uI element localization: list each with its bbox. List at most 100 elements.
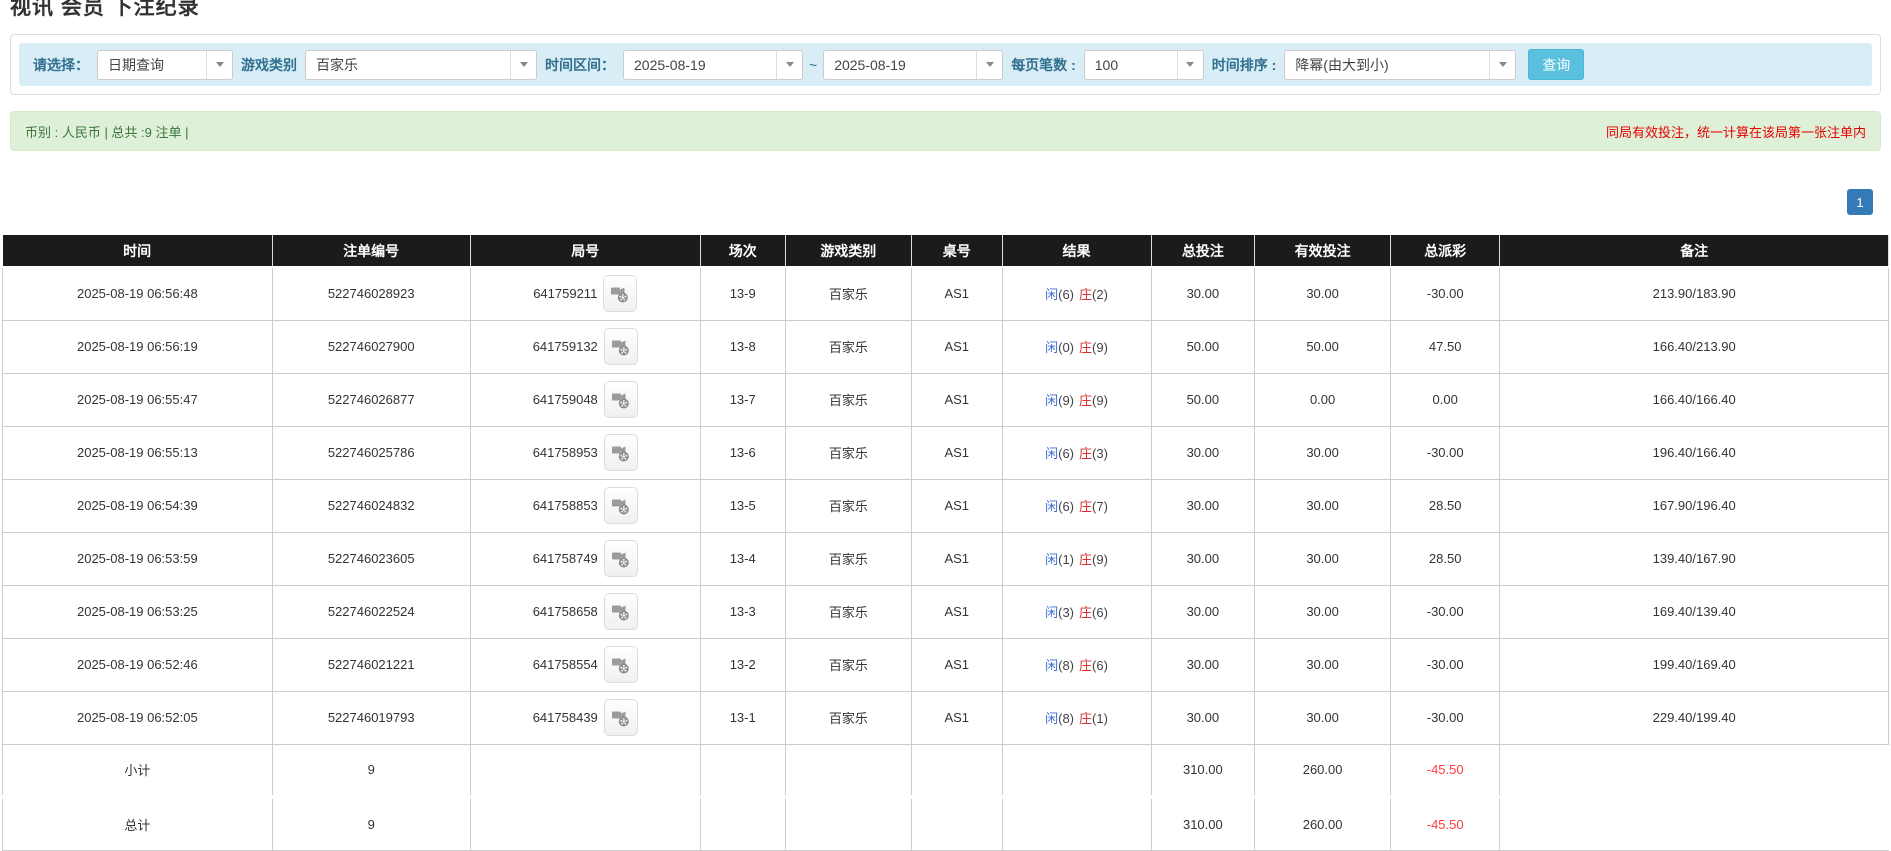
total-bet-cell[interactable]: 30.00 xyxy=(1151,426,1255,479)
result-banker-score: (3) xyxy=(1092,446,1108,461)
time-cell: 2025-08-19 06:55:47 xyxy=(3,373,273,426)
date-to-select[interactable]: 2025-08-19 xyxy=(823,50,1003,80)
total-bet-cell[interactable]: 30.00 xyxy=(1151,267,1255,320)
round-id-value: 641759211 xyxy=(533,286,597,301)
table-row: 2025-08-19 06:56:19522746027900641759132… xyxy=(3,320,1889,373)
bet-id-cell: 522746024832 xyxy=(272,479,470,532)
subtotal-row-label: 小计 xyxy=(3,744,273,797)
video-replay-button[interactable] xyxy=(603,275,637,312)
total-row-empty-4 xyxy=(785,797,911,850)
result-banker-score: (9) xyxy=(1092,552,1108,567)
video-replay-button[interactable] xyxy=(604,487,638,524)
table-number-cell: AS1 xyxy=(912,373,1003,426)
table-row: 2025-08-19 06:52:05522746019793641758439… xyxy=(3,691,1889,744)
table-number-cell: AS1 xyxy=(912,479,1003,532)
total-row-label: 总计 xyxy=(3,797,273,850)
subtotal-row: 小计9310.00260.00-45.50 xyxy=(3,744,1889,797)
remark-cell: 199.40/169.40 xyxy=(1500,638,1889,691)
result-banker: 庄 xyxy=(1079,393,1092,408)
column-header-9: 总派彩 xyxy=(1391,235,1500,267)
time-cell: 2025-08-19 06:55:13 xyxy=(3,426,273,479)
round-id-value: 641758953 xyxy=(533,445,598,460)
date-from-select[interactable]: 2025-08-19 xyxy=(623,50,803,80)
bet-id-cell: 522746025786 xyxy=(272,426,470,479)
summary-bar: 币别 : 人民币 | 总共 :9 注单 | 同局有效投注，统一计算在该局第一张注… xyxy=(10,111,1881,151)
payout-cell: 0.00 xyxy=(1391,373,1500,426)
query-type-select[interactable]: 日期查询 xyxy=(97,50,233,80)
game-type-select[interactable]: 百家乐 xyxy=(305,50,537,80)
filter-bar: 请选择： 日期查询 游戏类别 百家乐 时间区间： 2025-08-19 ~ 20… xyxy=(19,43,1872,86)
total-bet-cell[interactable]: 30.00 xyxy=(1151,638,1255,691)
video-replay-button[interactable] xyxy=(604,646,638,683)
game-type-cell: 百家乐 xyxy=(785,426,911,479)
session-cell: 13-5 xyxy=(700,479,785,532)
per-page-label: 每页笔数 : xyxy=(1011,55,1076,75)
result-banker: 庄 xyxy=(1079,340,1092,355)
remark-cell: 167.90/196.40 xyxy=(1500,479,1889,532)
pagination-page-1[interactable]: 1 xyxy=(1847,189,1873,215)
result-banker: 庄 xyxy=(1079,287,1092,302)
remark-cell: 166.40/213.90 xyxy=(1500,320,1889,373)
video-replay-icon xyxy=(611,601,631,622)
total-bet-cell[interactable]: 30.00 xyxy=(1151,691,1255,744)
session-cell: 13-7 xyxy=(700,373,785,426)
sort-order-label: 时间排序 : xyxy=(1212,55,1277,75)
game-type-cell: 百家乐 xyxy=(785,691,911,744)
result-player: 闲 xyxy=(1045,658,1058,673)
round-id-cell: 641758658 xyxy=(470,585,700,638)
total-row-empty-3 xyxy=(700,797,785,850)
total-bet-cell[interactable]: 30.00 xyxy=(1151,532,1255,585)
column-header-6: 结果 xyxy=(1002,235,1151,267)
total-bet-cell[interactable]: 30.00 xyxy=(1151,479,1255,532)
bet-id-cell: 522746026877 xyxy=(272,373,470,426)
result-player-score: (9) xyxy=(1058,393,1074,408)
total-bet-cell[interactable]: 50.00 xyxy=(1151,320,1255,373)
video-replay-button[interactable] xyxy=(604,328,638,365)
session-cell: 13-6 xyxy=(700,426,785,479)
search-button[interactable]: 查询 xyxy=(1528,49,1584,80)
filter-panel: 请选择： 日期查询 游戏类别 百家乐 时间区间： 2025-08-19 ~ 20… xyxy=(10,34,1881,95)
sort-order-value: 降幂(由大到小) xyxy=(1285,55,1398,75)
bet-id-cell: 522746023605 xyxy=(272,532,470,585)
column-header-0: 时间 xyxy=(3,235,273,267)
column-header-1: 注单编号 xyxy=(272,235,470,267)
round-id-cell: 641758554 xyxy=(470,638,700,691)
video-replay-button[interactable] xyxy=(604,434,638,471)
date-range-separator: ~ xyxy=(809,57,817,73)
round-id-cell: 641758853 xyxy=(470,479,700,532)
time-cell: 2025-08-19 06:53:25 xyxy=(3,585,273,638)
round-id-value: 641758554 xyxy=(533,657,598,672)
session-cell: 13-4 xyxy=(700,532,785,585)
chevron-down-icon xyxy=(206,51,232,79)
result-banker-score: (6) xyxy=(1092,605,1108,620)
remark-cell: 139.40/167.90 xyxy=(1500,532,1889,585)
result-player-score: (6) xyxy=(1058,499,1074,514)
valid-bet-cell: 30.00 xyxy=(1255,532,1391,585)
per-page-select[interactable]: 100 xyxy=(1084,50,1204,80)
video-replay-icon xyxy=(611,495,631,516)
session-cell: 13-9 xyxy=(700,267,785,320)
video-replay-button[interactable] xyxy=(604,699,638,736)
sort-order-select[interactable]: 降幂(由大到小) xyxy=(1284,50,1516,80)
query-type-value: 日期查询 xyxy=(98,55,174,75)
payout-cell: -30.00 xyxy=(1391,691,1500,744)
game-type-cell: 百家乐 xyxy=(785,267,911,320)
total-row-empty-5 xyxy=(912,797,1003,850)
remark-cell: 213.90/183.90 xyxy=(1500,267,1889,320)
time-cell: 2025-08-19 06:52:05 xyxy=(3,691,273,744)
video-replay-button[interactable] xyxy=(604,540,638,577)
game-type-cell: 百家乐 xyxy=(785,320,911,373)
table-number-cell: AS1 xyxy=(912,585,1003,638)
total-bet-cell[interactable]: 50.00 xyxy=(1151,373,1255,426)
result-player: 闲 xyxy=(1045,552,1058,567)
result-banker-score: (6) xyxy=(1092,658,1108,673)
column-header-8: 有效投注 xyxy=(1255,235,1391,267)
video-replay-button[interactable] xyxy=(604,381,638,418)
total-bet-cell[interactable]: 30.00 xyxy=(1151,585,1255,638)
date-from-value: 2025-08-19 xyxy=(624,57,716,73)
video-replay-button[interactable] xyxy=(604,593,638,630)
game-type-cell: 百家乐 xyxy=(785,479,911,532)
result-banker: 庄 xyxy=(1079,605,1092,620)
payout-cell: -30.00 xyxy=(1391,426,1500,479)
currency-summary-text: 币别 : 人民币 | 总共 :9 注单 | xyxy=(25,122,189,141)
